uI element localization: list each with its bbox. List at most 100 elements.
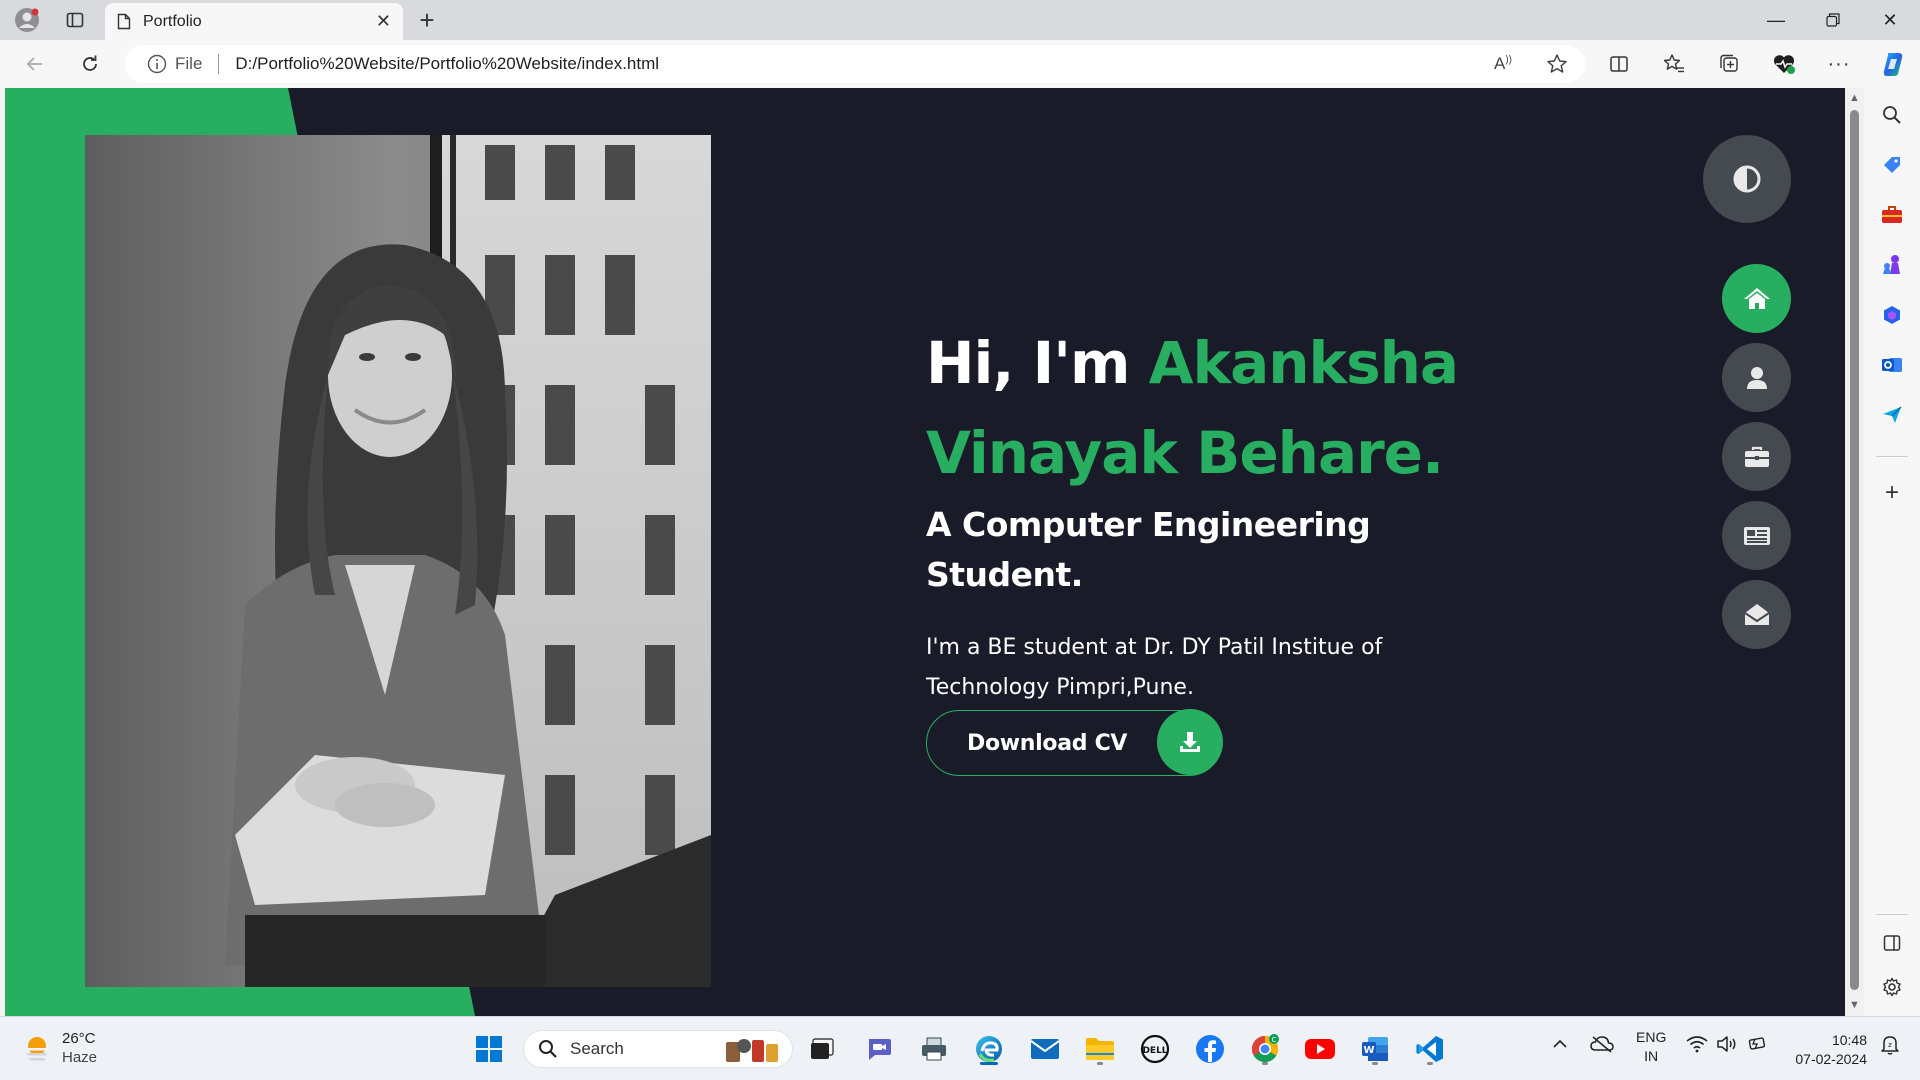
settings-more-button[interactable]: ··· bbox=[1824, 49, 1854, 79]
browser-essentials-button[interactable] bbox=[1769, 49, 1799, 79]
search-icon bbox=[1883, 106, 1901, 124]
nav-about-button[interactable] bbox=[1722, 343, 1791, 412]
favorite-button[interactable] bbox=[1542, 49, 1572, 79]
panel-icon bbox=[1883, 935, 1901, 951]
onedrive-status[interactable] bbox=[1590, 1035, 1614, 1056]
chevron-up-icon bbox=[1553, 1039, 1567, 1048]
edge-browser-icon bbox=[976, 1036, 1002, 1062]
sidebar-divider-bottom bbox=[1876, 914, 1908, 915]
volume-status[interactable] bbox=[1716, 1035, 1738, 1056]
send-icon bbox=[1883, 406, 1902, 423]
sidebar-m365-button[interactable] bbox=[1877, 300, 1907, 330]
sidebar-divider bbox=[1876, 456, 1908, 457]
show-hidden-icons-button[interactable] bbox=[1552, 1037, 1568, 1053]
start-button[interactable] bbox=[471, 1031, 507, 1067]
photos-app[interactable] bbox=[916, 1031, 952, 1067]
svg-text:DELL: DELL bbox=[1142, 1046, 1167, 1056]
read-aloud-button[interactable]: A)) bbox=[1488, 49, 1518, 79]
sidebar-outlook-button[interactable] bbox=[1877, 350, 1907, 380]
close-tab-icon[interactable]: ✕ bbox=[376, 11, 391, 32]
edge-app[interactable] bbox=[971, 1031, 1007, 1067]
name-line2: Vinayak Behare. bbox=[926, 419, 1444, 487]
word-icon: W bbox=[1362, 1037, 1388, 1061]
chrome-icon: C bbox=[1251, 1034, 1279, 1063]
tab-actions-icon bbox=[66, 12, 84, 28]
nav-home-button[interactable] bbox=[1722, 264, 1791, 333]
search-highlight-icon bbox=[726, 1039, 778, 1062]
browser-toolbar: File D:/Portfolio%20Website/Portfolio%20… bbox=[0, 40, 1920, 88]
taskbar-search[interactable]: Search bbox=[523, 1030, 793, 1068]
notifications-button[interactable]: z bbox=[1880, 1034, 1900, 1059]
sidebar-games-button[interactable] bbox=[1877, 250, 1907, 280]
read-aloud-icon: A)) bbox=[1493, 54, 1512, 73]
language-indicator[interactable]: ENG IN bbox=[1636, 1028, 1666, 1066]
subtitle-line1: A Computer Engineering bbox=[926, 505, 1371, 544]
scroll-down-arrow[interactable]: ▼ bbox=[1848, 999, 1861, 1012]
back-button[interactable] bbox=[20, 49, 50, 79]
sidebar-search-button[interactable] bbox=[1877, 100, 1907, 130]
refresh-button[interactable] bbox=[75, 49, 105, 79]
tab-actions-button[interactable] bbox=[60, 5, 90, 35]
sidebar-hide-button[interactable] bbox=[1877, 928, 1907, 958]
split-screen-button[interactable] bbox=[1604, 49, 1634, 79]
open-indicator bbox=[1427, 1062, 1433, 1065]
hero-section: Hi, I'm Akanksha Vinayak Behare. A Comput… bbox=[926, 318, 1646, 776]
scroll-thumb[interactable] bbox=[1850, 110, 1859, 990]
scroll-up-arrow[interactable]: ▲ bbox=[1848, 92, 1861, 105]
weather-widget[interactable]: 26°C Haze bbox=[22, 1029, 97, 1067]
youtube-app[interactable] bbox=[1302, 1031, 1338, 1067]
url-text[interactable]: D:/Portfolio%20Website/Portfolio%20Websi… bbox=[235, 54, 659, 74]
nav-portfolio-button[interactable] bbox=[1722, 422, 1791, 491]
battery-charging-icon bbox=[1748, 1037, 1766, 1050]
nav-contact-button[interactable] bbox=[1722, 580, 1791, 649]
favorites-star-icon bbox=[1663, 54, 1684, 73]
download-icon-circle[interactable] bbox=[1157, 709, 1223, 775]
new-tab-button[interactable]: + bbox=[412, 5, 442, 35]
home-icon bbox=[1743, 287, 1770, 309]
collections-icon bbox=[1720, 54, 1738, 72]
windows-taskbar: 26°C Haze Search DELL C W ENG IN 10:48 0… bbox=[0, 1016, 1920, 1080]
tab-portfolio[interactable]: Portfolio ✕ bbox=[105, 3, 403, 40]
copilot-button[interactable] bbox=[1878, 49, 1908, 79]
teams-chat-app[interactable] bbox=[861, 1031, 897, 1067]
microsoft365-icon bbox=[1884, 306, 1900, 324]
clock[interactable]: 10:48 07-02-2024 bbox=[1787, 1031, 1867, 1069]
battery-status[interactable] bbox=[1746, 1035, 1768, 1056]
collections-button[interactable] bbox=[1714, 49, 1744, 79]
sidebar-shopping-button[interactable] bbox=[1877, 150, 1907, 180]
sidebar-add-button[interactable]: + bbox=[1877, 478, 1907, 508]
minimize-button[interactable]: — bbox=[1756, 6, 1796, 34]
tab-title: Portfolio bbox=[143, 12, 202, 30]
file-explorer-app[interactable] bbox=[1082, 1031, 1118, 1067]
nav-blogs-button[interactable] bbox=[1722, 501, 1791, 570]
sidebar-drop-button[interactable] bbox=[1877, 400, 1907, 430]
more-dots-icon: ··· bbox=[1827, 52, 1851, 75]
profile-button[interactable] bbox=[12, 5, 42, 35]
sidebar-tools-button[interactable] bbox=[1877, 200, 1907, 230]
task-view-button[interactable] bbox=[804, 1031, 840, 1067]
download-cv-label: Download CV bbox=[967, 730, 1128, 756]
theme-toggle-button[interactable] bbox=[1703, 135, 1791, 223]
restore-button[interactable] bbox=[1813, 6, 1853, 34]
page-scrollbar[interactable]: ▲ ▼ bbox=[1845, 88, 1864, 1016]
sidebar-settings-button[interactable] bbox=[1877, 972, 1907, 1002]
word-app[interactable]: W bbox=[1357, 1031, 1393, 1067]
close-window-button[interactable]: ✕ bbox=[1870, 6, 1910, 34]
heart-pulse-icon bbox=[1773, 55, 1795, 74]
mail-app[interactable] bbox=[1027, 1031, 1063, 1067]
greeting-text: Hi, I'm bbox=[926, 329, 1149, 397]
download-cv-button[interactable]: Download CV bbox=[926, 709, 1223, 776]
network-status[interactable] bbox=[1686, 1035, 1708, 1056]
info-icon[interactable] bbox=[147, 54, 167, 74]
vscode-app[interactable] bbox=[1412, 1031, 1448, 1067]
chrome-app[interactable]: C bbox=[1247, 1031, 1283, 1067]
active-indicator bbox=[980, 1062, 998, 1065]
facebook-app[interactable] bbox=[1192, 1031, 1228, 1067]
address-bar[interactable]: File D:/Portfolio%20Website/Portfolio%20… bbox=[125, 45, 1585, 83]
favorites-button[interactable] bbox=[1659, 49, 1689, 79]
language-text: ENG bbox=[1636, 1029, 1667, 1045]
dell-app[interactable]: DELL bbox=[1137, 1031, 1173, 1067]
briefcase-icon bbox=[1744, 446, 1769, 467]
folder-icon bbox=[1086, 1038, 1114, 1060]
file-label: File bbox=[175, 54, 203, 73]
